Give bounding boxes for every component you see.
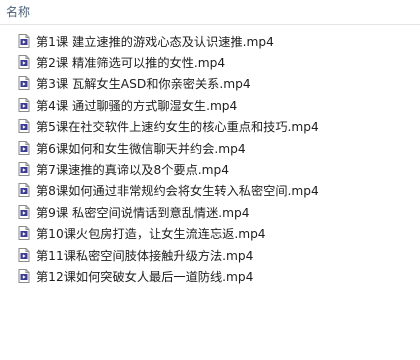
video-file-icon [18, 183, 30, 198]
video-file-icon [18, 268, 30, 283]
file-name: 第2课 精准筛选可以推的女性.mp4 [36, 56, 226, 71]
file-list: 第1课 建立速推的游戏心态及认识速推.mp4 第2课 精准筛选可以推的女性.mp4… [0, 30, 420, 287]
file-name: 第3课 瓦解女生ASD和你亲密关系.mp4 [36, 77, 251, 92]
video-file-icon [18, 33, 30, 48]
video-file-icon [18, 162, 30, 177]
file-row[interactable]: 第2课 精准筛选可以推的女性.mp4 [0, 51, 420, 72]
file-name: 第7课速推的真谛以及8个要点.mp4 [36, 163, 229, 178]
video-file-icon [18, 97, 30, 112]
file-name: 第1课 建立速推的游戏心态及认识速推.mp4 [36, 34, 274, 49]
file-row[interactable]: 第6课如何和女生微信聊天并约会.mp4 [0, 137, 420, 158]
name-column-header[interactable]: 名称 [6, 3, 30, 20]
video-file-icon [18, 226, 30, 241]
video-file-icon [18, 204, 30, 219]
file-row[interactable]: 第11课私密空间肢体接触升级方法.mp4 [0, 244, 420, 265]
file-row[interactable]: 第3课 瓦解女生ASD和你亲密关系.mp4 [0, 73, 420, 94]
file-name: 第4课 通过聊骚的方式聊湿女生.mp4 [36, 98, 238, 113]
file-row[interactable]: 第7课速推的真谛以及8个要点.mp4 [0, 158, 420, 179]
file-row[interactable]: 第4课 通过聊骚的方式聊湿女生.mp4 [0, 94, 420, 115]
file-row[interactable]: 第9课 私密空间说情话到意乱情迷.mp4 [0, 201, 420, 222]
file-row[interactable]: 第5课在社交软件上速约女生的核心重点和技巧.mp4 [0, 116, 420, 137]
video-file-icon [18, 140, 30, 155]
file-name: 第9课 私密空间说情话到意乱情迷.mp4 [36, 205, 250, 220]
file-name: 第5课在社交软件上速约女生的核心重点和技巧.mp4 [36, 120, 319, 135]
file-name: 第6课如何和女生微信聊天并约会.mp4 [36, 141, 246, 156]
video-file-icon [18, 247, 30, 262]
video-file-icon [18, 119, 30, 134]
column-header: 名称 [0, 0, 420, 25]
file-row[interactable]: 第1课 建立速推的游戏心态及认识速推.mp4 [0, 30, 420, 51]
file-name: 第11课私密空间肢体接触升级方法.mp4 [36, 248, 254, 263]
video-file-icon [18, 55, 30, 70]
file-row[interactable]: 第12课如何突破女人最后一道防线.mp4 [0, 265, 420, 286]
file-name: 第8课如何通过非常规约会将女生转入私密空间.mp4 [36, 184, 319, 199]
file-row[interactable]: 第8课如何通过非常规约会将女生转入私密空间.mp4 [0, 180, 420, 201]
video-file-icon [18, 76, 30, 91]
file-name: 第10课火包房打造，让女生流连忘返.mp4 [36, 227, 266, 242]
file-name: 第12课如何突破女人最后一道防线.mp4 [36, 269, 254, 284]
file-row[interactable]: 第10课火包房打造，让女生流连忘返.mp4 [0, 223, 420, 244]
